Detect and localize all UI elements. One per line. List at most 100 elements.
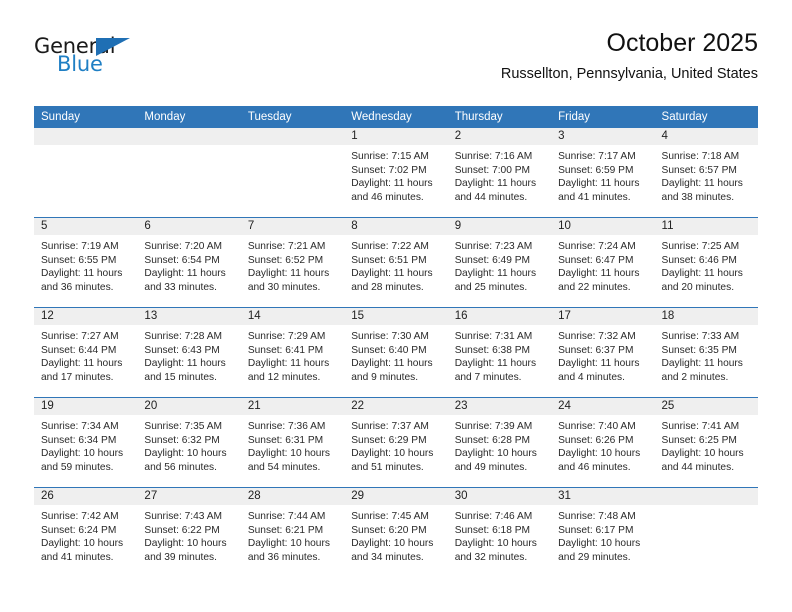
calendar-day-cell[interactable]: 1 Sunrise: 7:15 AM Sunset: 7:02 PM Daylight… [344,128,448,218]
calendar-day-cell[interactable]: 23 Sunrise: 7:39 AM Sunset: 6:28 PM Dayligh… [447,397,552,488]
day-cell-details: Sunrise: 7:21 AM Sunset: 6:52 PM Daylight:… [241,235,344,294]
calendar-day-cell[interactable]: 27 Sunrise: 7:43 AM Sunset: 6:22 PM Dayligh… [137,487,241,577]
calendar-day-cell[interactable]: 10 Sunrise: 7:24 AM Sunset: 6:47 PM Dayligh… [551,217,655,308]
day-cell-details: Sunrise: 7:19 AM Sunset: 6:55 PM Daylight:… [34,235,137,294]
daylight-text-line2: and 7 minutes. [454,371,522,383]
weekday-header-tuesday: Tuesday [240,106,345,128]
calendar-day-cell[interactable]: 30 Sunrise: 7:46 AM Sunset: 6:18 PM Dayligh… [447,487,552,577]
daylight-text-line2: and 44 minutes. [661,461,735,473]
sunrise-text: Sunrise: 7:35 AM [144,421,223,432]
sunrise-text: Sunrise: 7:32 AM [558,331,636,342]
day-cell-details: Sunrise: 7:28 AM Sunset: 6:43 PM Daylight:… [137,325,240,384]
brand-name-blue: Blue [57,52,103,76]
day-number: 1 [344,128,448,145]
daylight-text-line2: and 49 minutes. [454,461,528,473]
day-cell-inner: 1 Sunrise: 7:15 AM Sunset: 7:02 PM Daylight… [344,128,448,217]
daylight-text-line1: Daylight: 11 hours [661,178,743,190]
calendar-day-cell[interactable]: 13 Sunrise: 7:28 AM Sunset: 6:43 PM Dayligh… [137,307,241,398]
daylight-text-line2: and 56 minutes. [144,461,217,473]
calendar-day-cell[interactable]: 7 Sunrise: 7:21 AM Sunset: 6:52 PM Daylight… [240,217,345,308]
calendar-day-cell[interactable]: 15 Sunrise: 7:30 AM Sunset: 6:40 PM Dayligh… [344,307,448,398]
day-number: 18 [654,308,758,325]
day-cell-inner: 11 Sunrise: 7:25 AM Sunset: 6:46 PM Dayligh… [654,218,758,307]
sunrise-text: Sunrise: 7:36 AM [247,421,326,432]
calendar-day-cell[interactable]: 25 Sunrise: 7:41 AM Sunset: 6:25 PM Dayligh… [654,397,758,488]
daylight-text-line2: and 33 minutes. [144,281,217,293]
calendar-day-cell[interactable]: 26 Sunrise: 7:42 AM Sunset: 6:24 PM Dayligh… [34,487,138,577]
day-cell-inner: 21 Sunrise: 7:36 AM Sunset: 6:31 PM Dayligh… [240,398,345,487]
day-cell-details: Sunrise: 7:17 AM Sunset: 6:59 PM Daylight:… [551,145,654,204]
calendar-day-cell[interactable]: 18 Sunrise: 7:33 AM Sunset: 6:35 PM Dayligh… [654,307,758,398]
day-number: 28 [240,488,345,505]
day-cell-inner: 7 Sunrise: 7:21 AM Sunset: 6:52 PM Daylight… [240,218,345,307]
day-cell-details: Sunrise: 7:33 AM Sunset: 6:35 PM Daylight:… [655,325,758,384]
day-number: 16 [447,308,552,325]
sunset-text: Sunset: 6:22 PM [144,524,220,536]
day-cell-inner: 17 Sunrise: 7:32 AM Sunset: 6:37 PM Dayligh… [551,308,655,397]
daylight-text-line2: and 32 minutes. [454,551,528,563]
sunrise-text: Sunrise: 7:20 AM [144,241,223,252]
daylight-text-line2: and 46 minutes. [558,461,631,473]
daylight-text-line1: Daylight: 11 hours [351,268,433,280]
daylight-text-line1: Daylight: 10 hours [454,538,537,550]
day-cell-details: Sunrise: 7:39 AM Sunset: 6:28 PM Daylight:… [448,415,551,474]
calendar-day-cell[interactable]: 8 Sunrise: 7:22 AM Sunset: 6:51 PM Daylight… [344,217,448,308]
sunrise-text: Sunrise: 7:29 AM [247,331,326,342]
calendar-day-cell[interactable]: 5 Sunrise: 7:19 AM Sunset: 6:55 PM Daylight… [34,217,138,308]
day-number: 6 [137,218,241,235]
sunrise-text: Sunrise: 7:30 AM [351,331,429,342]
day-cell-inner [240,128,345,217]
day-cell-details: Sunrise: 7:44 AM Sunset: 6:21 PM Daylight:… [241,505,344,564]
daylight-text-line1: Daylight: 10 hours [661,448,744,460]
day-cell-inner: 9 Sunrise: 7:23 AM Sunset: 6:49 PM Daylight… [447,218,552,307]
sunrise-text: Sunrise: 7:48 AM [558,511,636,522]
daylight-text-line1: Daylight: 10 hours [454,448,537,460]
calendar-day-cell[interactable]: 17 Sunrise: 7:32 AM Sunset: 6:37 PM Dayligh… [551,307,655,398]
sunset-text: Sunset: 6:49 PM [454,254,531,266]
sunset-text: Sunset: 6:44 PM [41,344,117,356]
sunset-text: Sunset: 6:21 PM [247,524,324,536]
day-cell-details: Sunrise: 7:20 AM Sunset: 6:54 PM Daylight:… [137,235,240,294]
day-cell-inner: 26 Sunrise: 7:42 AM Sunset: 6:24 PM Dayligh… [34,488,138,577]
sunset-text: Sunset: 6:25 PM [661,434,737,446]
calendar-day-cell[interactable]: 9 Sunrise: 7:23 AM Sunset: 6:49 PM Daylight… [447,217,552,308]
calendar-day-cell[interactable]: 28 Sunrise: 7:44 AM Sunset: 6:21 PM Dayligh… [240,487,345,577]
calendar-day-cell[interactable]: 22 Sunrise: 7:37 AM Sunset: 6:29 PM Dayligh… [344,397,448,488]
calendar-day-cell[interactable]: 19 Sunrise: 7:34 AM Sunset: 6:34 PM Dayligh… [34,397,138,488]
calendar-day-cell[interactable]: 6 Sunrise: 7:20 AM Sunset: 6:54 PM Daylight… [137,217,241,308]
sunrise-text: Sunrise: 7:27 AM [41,331,119,342]
sunrise-text: Sunrise: 7:46 AM [454,511,533,522]
day-number: 17 [551,308,655,325]
calendar-day-cell[interactable]: 20 Sunrise: 7:35 AM Sunset: 6:32 PM Dayligh… [137,397,241,488]
day-number: 29 [344,488,448,505]
brand-logo[interactable]: General Blue [34,34,214,84]
sunrise-text: Sunrise: 7:15 AM [351,151,429,162]
calendar-day-cell[interactable]: 21 Sunrise: 7:36 AM Sunset: 6:31 PM Dayligh… [240,397,345,488]
day-cell-details: Sunrise: 7:29 AM Sunset: 6:41 PM Daylight:… [241,325,344,384]
calendar-day-cell[interactable]: 24 Sunrise: 7:40 AM Sunset: 6:26 PM Dayligh… [551,397,655,488]
day-cell-details: Sunrise: 7:18 AM Sunset: 6:57 PM Daylight:… [655,145,758,204]
calendar-day-cell[interactable]: 2 Sunrise: 7:16 AM Sunset: 7:00 PM Daylight… [447,128,552,218]
calendar-day-cell[interactable]: 29 Sunrise: 7:45 AM Sunset: 6:20 PM Dayligh… [344,487,448,577]
day-cell-inner: 22 Sunrise: 7:37 AM Sunset: 6:29 PM Dayligh… [344,398,448,487]
weekday-header-friday: Friday [551,106,655,128]
calendar-day-cell[interactable]: 3 Sunrise: 7:17 AM Sunset: 6:59 PM Daylight… [551,128,655,218]
calendar-body: 1 Sunrise: 7:15 AM Sunset: 7:02 PM Daylight… [34,128,758,577]
calendar-day-cell[interactable]: 14 Sunrise: 7:29 AM Sunset: 6:41 PM Dayligh… [240,307,345,398]
daylight-text-line2: and 36 minutes. [41,281,114,293]
calendar-day-cell[interactable]: 11 Sunrise: 7:25 AM Sunset: 6:46 PM Dayligh… [654,217,758,308]
calendar-day-cell[interactable]: 12 Sunrise: 7:27 AM Sunset: 6:44 PM Dayligh… [34,307,138,398]
daylight-text-line1: Daylight: 11 hours [144,268,226,280]
sunrise-text: Sunrise: 7:18 AM [661,151,740,162]
daylight-text-line1: Daylight: 10 hours [247,538,330,550]
daylight-text-line1: Daylight: 11 hours [454,268,537,280]
day-cell-details: Sunrise: 7:35 AM Sunset: 6:32 PM Daylight:… [137,415,240,474]
sunrise-text: Sunrise: 7:21 AM [247,241,326,252]
day-cell-inner [654,488,758,577]
calendar-day-cell[interactable]: 31 Sunrise: 7:48 AM Sunset: 6:17 PM Dayligh… [551,487,655,577]
calendar-day-cell[interactable]: 4 Sunrise: 7:18 AM Sunset: 6:57 PM Daylight… [654,128,758,218]
calendar-day-cell[interactable]: 16 Sunrise: 7:31 AM Sunset: 6:38 PM Dayligh… [447,307,552,398]
day-number: 19 [34,398,138,415]
sunrise-text: Sunrise: 7:41 AM [661,421,740,432]
daylight-text-line1: Daylight: 11 hours [454,178,537,190]
